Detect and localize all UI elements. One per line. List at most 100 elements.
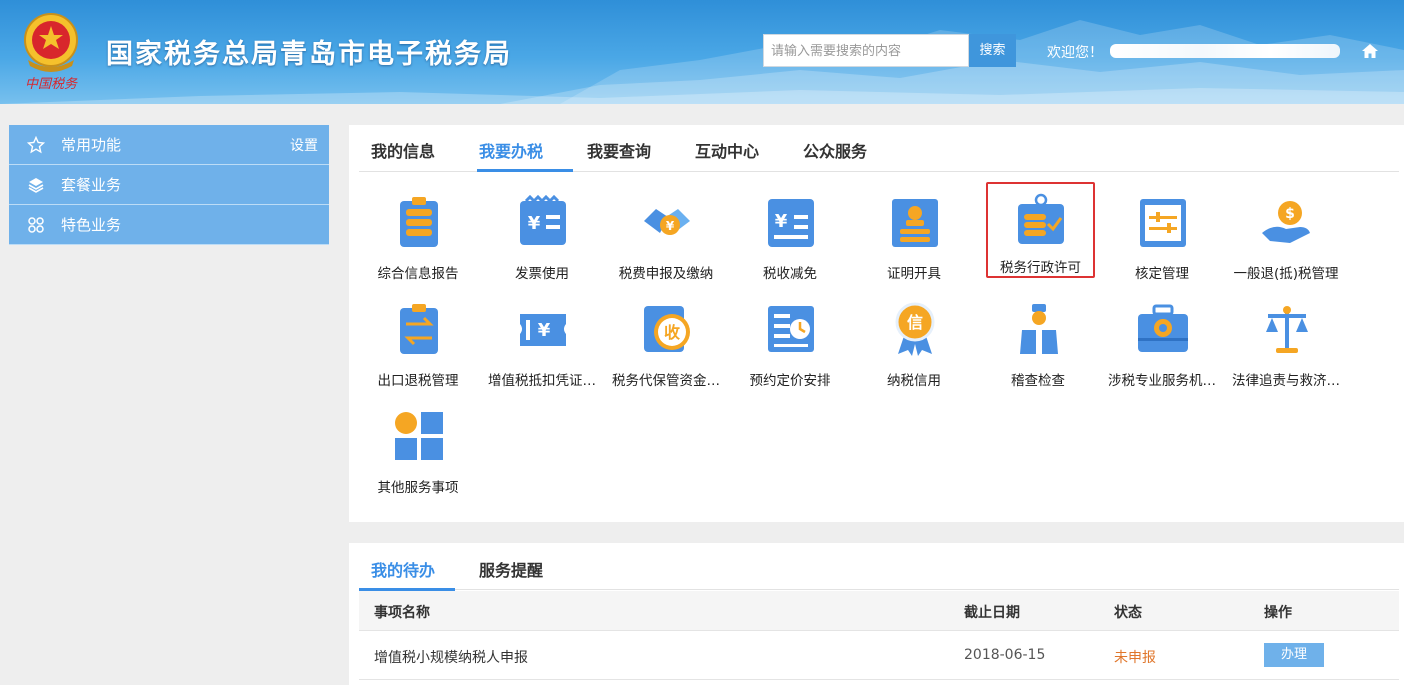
header-banner: 中国税务 国家税务总局青岛市电子税务局 请输入需要搜索的内容 搜索 欢迎您！ xyxy=(0,0,1404,104)
emblem-caption: 中国税务 xyxy=(25,77,78,92)
credit-medal-icon: 信 xyxy=(895,302,935,356)
active-tab-indicator xyxy=(477,169,573,172)
tile-tax-declaration-payment[interactable]: ¥ 税费申报及缴纳 xyxy=(604,185,728,287)
tile-tax-relief[interactable]: ¥ 税收减免 xyxy=(728,185,852,287)
tile-label: 法律追责与救济… xyxy=(1232,373,1340,389)
tile-custody-funds[interactable]: 收 税务代保管资金… xyxy=(604,292,728,394)
main-panel: 我的信息 我要办税 我要查询 互动中心 公众服务 综合信息报告 ¥ 发票使用 ¥… xyxy=(349,125,1404,522)
site-title: 国家税务总局青岛市电子税务局 xyxy=(106,39,512,70)
tile-label: 税务行政许可 xyxy=(1000,260,1081,276)
certificate-icon xyxy=(892,199,938,247)
svg-text:$: $ xyxy=(1285,206,1295,222)
tile-label: 增值税抵扣凭证… xyxy=(488,373,596,389)
tile-other-services[interactable]: 其他服务事项 xyxy=(356,399,480,501)
tile-comprehensive-info[interactable]: 综合信息报告 xyxy=(356,185,480,287)
todo-table-header: 事项名称 截止日期 状态 操作 xyxy=(359,591,1399,631)
tile-label: 发票使用 xyxy=(515,266,569,282)
search-input[interactable]: 请输入需要搜索的内容 xyxy=(763,34,969,67)
tile-label: 稽查检查 xyxy=(1011,373,1065,389)
tab-query[interactable]: 我要查询 xyxy=(587,138,651,162)
svg-text:信: 信 xyxy=(907,313,923,332)
tile-advance-pricing[interactable]: 预约定价安排 xyxy=(728,292,852,394)
refund-hand-icon: $ xyxy=(1262,201,1310,243)
tab-public-service[interactable]: 公众服务 xyxy=(803,138,867,162)
handle-button[interactable]: 办理 xyxy=(1264,643,1324,667)
tile-label: 其他服务事项 xyxy=(377,480,459,496)
search-button[interactable]: 搜索 xyxy=(969,34,1016,67)
tile-label: 税费申报及缴纳 xyxy=(618,266,714,282)
tile-invoice-usage[interactable]: ¥ 发票使用 xyxy=(480,185,604,287)
tile-label: 一般退(抵)税管理 xyxy=(1233,266,1339,282)
handshake-payment-icon: ¥ xyxy=(644,209,690,235)
sidebar-item-label: 套餐业务 xyxy=(61,176,122,194)
export-refund-icon xyxy=(400,304,438,354)
sidebar-item-label: 特色业务 xyxy=(61,216,122,234)
tab-handle-tax[interactable]: 我要办税 xyxy=(479,138,543,162)
tab-interaction-center[interactable]: 互动中心 xyxy=(695,138,759,162)
column-header-deadline: 截止日期 xyxy=(964,605,1020,621)
tile-label: 核定管理 xyxy=(1135,266,1189,282)
svg-text:¥: ¥ xyxy=(666,219,675,233)
svg-text:¥: ¥ xyxy=(528,213,541,234)
home-icon[interactable] xyxy=(1361,42,1379,60)
todo-item-deadline: 2018-06-15 xyxy=(964,647,1046,663)
tile-label: 出口退税管理 xyxy=(377,373,459,389)
sidebar: 常用功能 设置 套餐业务 特色业务 xyxy=(9,125,329,245)
tile-label: 证明开具 xyxy=(887,266,941,282)
tile-legal-remedy[interactable]: 法律追责与救济… xyxy=(1224,292,1348,394)
svg-text:¥: ¥ xyxy=(538,320,551,341)
tile-admin-permit[interactable]: 税务行政许可 xyxy=(986,182,1095,278)
grid-icon xyxy=(28,216,44,233)
table-row: 增值税小规模纳税人申报 2018-06-15 未申报 办理 xyxy=(359,632,1399,680)
scheduled-pricing-icon xyxy=(768,306,814,352)
sidebar-item-package-business[interactable]: 套餐业务 xyxy=(9,165,329,205)
main-tabs: 我的信息 我要办税 我要查询 互动中心 公众服务 xyxy=(359,125,1399,172)
tab-my-todo[interactable]: 我的待办 xyxy=(371,557,435,581)
tile-professional-service-agency[interactable]: 涉税专业服务机… xyxy=(1100,292,1224,394)
other-services-icon xyxy=(395,412,443,460)
tile-vat-deduction[interactable]: ¥ 增值税抵扣凭证… xyxy=(480,292,604,394)
tab-my-info[interactable]: 我的信息 xyxy=(371,138,435,162)
tax-emblem-logo: 中国税务 xyxy=(24,13,78,92)
tile-general-refund[interactable]: $ 一般退(抵)税管理 xyxy=(1224,185,1348,287)
tile-tax-credit[interactable]: 信 纳税信用 xyxy=(852,292,976,394)
tile-certificate-issue[interactable]: 证明开具 xyxy=(852,185,976,287)
adjust-icon xyxy=(1140,199,1186,247)
column-header-status: 状态 xyxy=(1114,605,1142,621)
tile-label: 预约定价安排 xyxy=(749,373,831,389)
sidebar-item-label: 常用功能 xyxy=(61,136,122,154)
column-header-item-name: 事项名称 xyxy=(374,605,430,621)
tile-label: 涉税专业服务机… xyxy=(1108,373,1216,389)
welcome-text: 欢迎您！ xyxy=(1047,45,1103,61)
tab-service-reminder[interactable]: 服务提醒 xyxy=(479,557,543,581)
column-header-action: 操作 xyxy=(1264,605,1292,621)
tax-relief-icon: ¥ xyxy=(768,199,814,247)
tile-audit-inspection[interactable]: 稽查检查 xyxy=(976,292,1100,394)
tile-export-refund[interactable]: 出口退税管理 xyxy=(356,292,480,394)
tile-label: 综合信息报告 xyxy=(377,266,459,282)
todo-item-name: 增值税小规模纳税人申报 xyxy=(374,650,528,666)
sidebar-item-common-functions[interactable]: 常用功能 设置 xyxy=(9,125,329,165)
svg-text:收: 收 xyxy=(664,323,680,342)
tile-label: 税收减免 xyxy=(763,266,817,282)
star-icon xyxy=(27,135,45,153)
vat-ticket-icon: ¥ xyxy=(520,314,566,346)
admin-permit-icon xyxy=(1018,193,1064,244)
todo-tabs: 我的待办 服务提醒 xyxy=(359,543,1399,591)
invoice-icon: ¥ xyxy=(520,195,566,245)
todo-panel: 我的待办 服务提醒 事项名称 截止日期 状态 操作 增值税小规模纳税人申报 20… xyxy=(349,543,1404,685)
tile-label: 税务代保管资金… xyxy=(612,373,720,389)
settings-link[interactable]: 设置 xyxy=(290,135,318,155)
sidebar-item-special-business[interactable]: 特色业务 xyxy=(9,205,329,245)
todo-item-status: 未申报 xyxy=(1114,650,1156,666)
redacted-username xyxy=(1110,44,1340,58)
document-stack-icon xyxy=(400,197,438,247)
toolbox-icon xyxy=(1138,304,1188,352)
svg-text:¥: ¥ xyxy=(775,211,788,232)
layers-icon xyxy=(28,177,44,193)
scales-icon xyxy=(1266,306,1308,353)
inspector-icon xyxy=(1020,304,1058,354)
tile-label: 纳税信用 xyxy=(887,373,941,389)
tile-assessment-management[interactable]: 核定管理 xyxy=(1100,185,1224,287)
custody-funds-icon: 收 xyxy=(644,306,690,352)
